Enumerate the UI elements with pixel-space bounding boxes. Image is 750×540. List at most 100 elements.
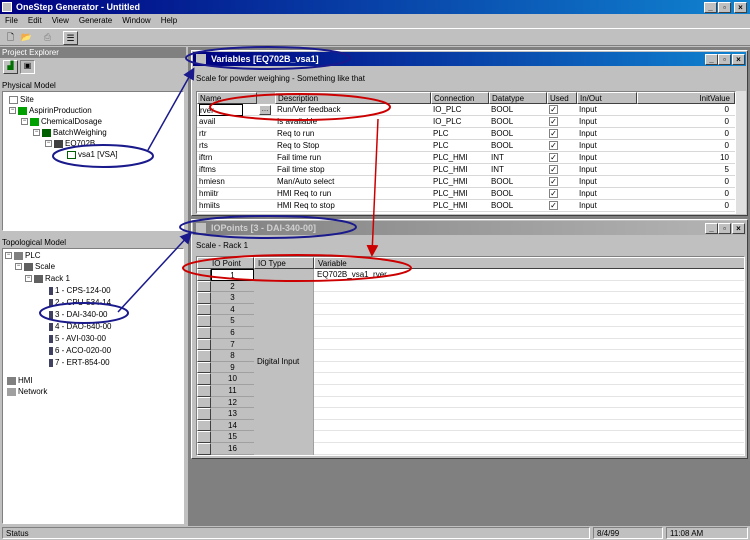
- row-selector[interactable]: [197, 408, 211, 420]
- io-point-number[interactable]: 9: [211, 361, 254, 374]
- io-variable-cell[interactable]: [314, 339, 744, 351]
- row-selector[interactable]: [197, 269, 211, 281]
- row-selector[interactable]: [197, 385, 211, 397]
- io-variable-cell[interactable]: [314, 420, 744, 432]
- used-checkbox[interactable]: ✓: [549, 128, 575, 140]
- io-point-number[interactable]: 11: [211, 385, 254, 397]
- io-point-number[interactable]: 3: [211, 292, 254, 304]
- used-checkbox[interactable]: ✓: [549, 152, 575, 164]
- row-selector[interactable]: [197, 280, 211, 293]
- io-variable-cell[interactable]: [314, 385, 744, 397]
- io-col-header[interactable]: IO Point: [197, 257, 254, 269]
- variables-col-header[interactable]: Connection: [431, 92, 489, 104]
- tree-module-5[interactable]: 5 - AVI-030-00: [49, 334, 106, 344]
- io-variable-cell[interactable]: [314, 431, 744, 443]
- tree-aspirinproduction[interactable]: − AspirinProduction: [9, 106, 92, 116]
- io-variable-cell[interactable]: [314, 397, 744, 409]
- io-variable-cell[interactable]: [314, 373, 744, 385]
- io-point-number[interactable]: 14: [211, 419, 254, 432]
- row-selector[interactable]: [197, 431, 211, 443]
- tree-module-7[interactable]: 7 - ERT-854-00: [49, 358, 110, 368]
- topology-view-icon[interactable]: ▣: [20, 60, 35, 74]
- io-point-number[interactable]: 8: [211, 350, 254, 362]
- tree-module-6[interactable]: 6 - ACO-020-00: [49, 346, 111, 356]
- row-selector[interactable]: [197, 315, 211, 327]
- tree-network[interactable]: Network: [7, 387, 47, 397]
- variables-close[interactable]: ×: [732, 54, 745, 65]
- io-point-number[interactable]: 2: [211, 280, 254, 293]
- row-selector[interactable]: [197, 396, 211, 409]
- variables-col-header[interactable]: Description: [275, 92, 431, 104]
- io-point-number[interactable]: 7: [211, 338, 254, 351]
- io-variable-cell[interactable]: [314, 281, 744, 293]
- io-variable-cell[interactable]: [314, 327, 744, 339]
- minimize-button[interactable]: _: [704, 2, 717, 13]
- tree-module-1[interactable]: 1 - CPS-124-00: [49, 286, 111, 296]
- io-variable-cell[interactable]: [314, 315, 744, 327]
- used-checkbox[interactable]: ✓: [549, 200, 575, 212]
- print-icon[interactable]: ⎙: [40, 31, 55, 45]
- tree-hmi[interactable]: HMI: [7, 376, 33, 386]
- used-checkbox[interactable]: ✓: [549, 116, 575, 128]
- io-col-header[interactable]: Variable: [314, 257, 744, 269]
- row-selector[interactable]: [197, 292, 211, 304]
- ellipsis-button[interactable]: …: [259, 105, 271, 115]
- tree-module-4[interactable]: 4 - DAO-640-00: [49, 322, 111, 332]
- io-variable-cell[interactable]: [314, 304, 744, 316]
- variables-col-header[interactable]: InitValue: [637, 92, 735, 104]
- tree-eq702b[interactable]: − EQ702B: [45, 139, 95, 149]
- new-file-icon[interactable]: 🗋: [3, 31, 18, 45]
- io-point-number[interactable]: 12: [211, 396, 254, 409]
- row-selector[interactable]: [197, 303, 211, 316]
- tree-scale[interactable]: − Scale: [15, 262, 55, 272]
- variables-col-header[interactable]: Datatype: [489, 92, 547, 104]
- variables-col-header[interactable]: Name: [197, 92, 257, 104]
- tree-site[interactable]: Site: [9, 95, 34, 105]
- iopoints-minimize[interactable]: _: [705, 223, 718, 234]
- physical-view-icon[interactable]: ▟: [3, 60, 18, 74]
- used-checkbox[interactable]: ✓: [549, 104, 575, 116]
- io-variable-cell[interactable]: [314, 443, 744, 455]
- close-button[interactable]: ×: [734, 2, 747, 13]
- io-variable-cell[interactable]: EQ702B_vsa1_rver: [314, 269, 744, 281]
- io-point-number[interactable]: 6: [211, 327, 254, 339]
- io-point-number[interactable]: 1: [211, 269, 254, 281]
- io-type-cell[interactable]: Digital Input: [254, 269, 314, 455]
- variables-col-header[interactable]: In/Out: [577, 92, 637, 104]
- io-point-number[interactable]: 10: [211, 373, 254, 385]
- io-col-header[interactable]: IO Type: [254, 257, 314, 269]
- io-point-number[interactable]: 13: [211, 408, 254, 420]
- io-point-number[interactable]: 5: [211, 315, 254, 327]
- row-selector[interactable]: [197, 419, 211, 432]
- row-selector[interactable]: [197, 338, 211, 351]
- tree-chemicaldosage[interactable]: − ChemicalDosage: [21, 117, 102, 127]
- row-selector[interactable]: [197, 443, 211, 455]
- menu-edit[interactable]: Edit: [23, 14, 47, 27]
- io-variable-cell[interactable]: [314, 362, 744, 374]
- tree-batchweighing[interactable]: − BatchWeighing: [33, 128, 107, 138]
- iopoints-close[interactable]: ×: [732, 223, 745, 234]
- io-variable-cell[interactable]: [314, 292, 744, 304]
- row-selector[interactable]: [197, 361, 211, 374]
- io-point-number[interactable]: 4: [211, 303, 254, 316]
- menu-generate[interactable]: Generate: [74, 14, 117, 27]
- tree-module-3[interactable]: 3 - DAI-340-00: [49, 310, 107, 320]
- variables-col-header[interactable]: Used: [547, 92, 577, 104]
- menu-window[interactable]: Window: [117, 14, 155, 27]
- menu-view[interactable]: View: [47, 14, 74, 27]
- maximize-button[interactable]: ▫: [718, 2, 731, 13]
- variables-minimize[interactable]: _: [705, 54, 718, 65]
- used-checkbox[interactable]: ✓: [549, 164, 575, 176]
- iopoints-maximize[interactable]: ▫: [718, 223, 731, 234]
- menu-help[interactable]: Help: [156, 14, 182, 27]
- row-selector[interactable]: [197, 327, 211, 339]
- tree-rack[interactable]: − Rack 1: [25, 274, 70, 284]
- open-folder-icon[interactable]: 📂: [19, 31, 34, 45]
- io-point-number[interactable]: 15: [211, 431, 254, 443]
- menu-file[interactable]: File: [0, 14, 23, 27]
- tree-vsa1[interactable]: vsa1 [VSA]: [67, 150, 118, 160]
- io-variable-cell[interactable]: [314, 350, 744, 362]
- used-checkbox[interactable]: ✓: [549, 176, 575, 188]
- used-checkbox[interactable]: ✓: [549, 140, 575, 152]
- tree-module-2[interactable]: 2 - CPU-534-14: [49, 298, 111, 308]
